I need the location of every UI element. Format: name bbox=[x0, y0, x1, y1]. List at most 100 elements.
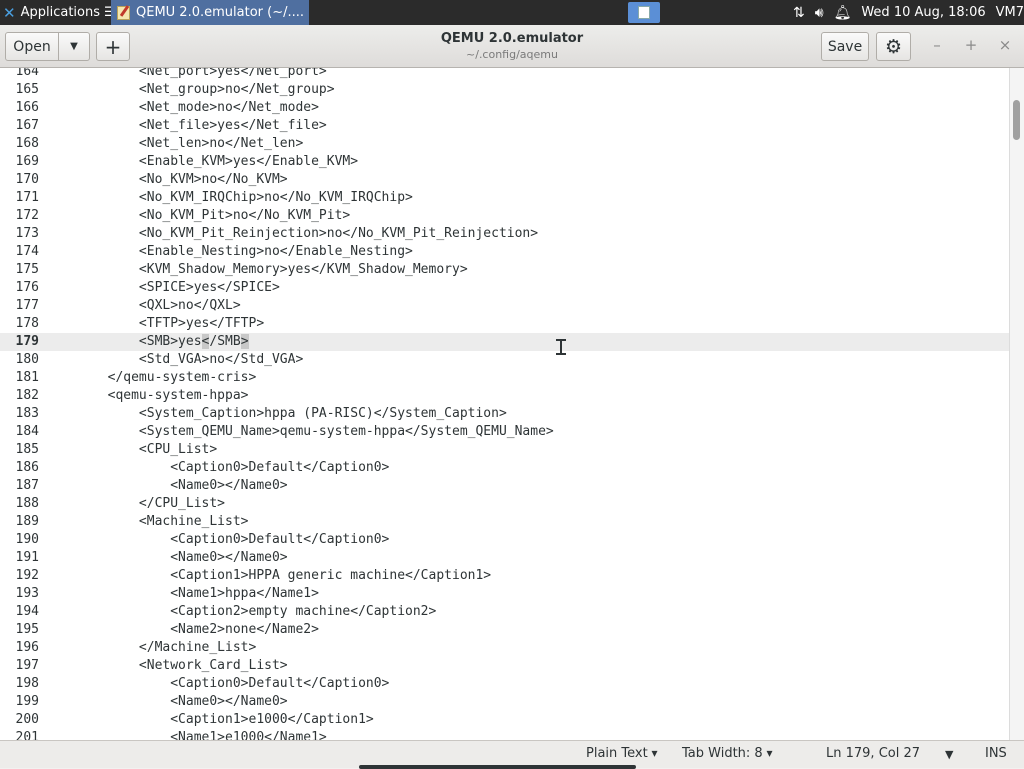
code-text[interactable]: <SMB>yes</SMB> bbox=[45, 333, 249, 351]
code-line[interactable]: 188 </CPU_List> bbox=[0, 495, 1009, 513]
code-text[interactable]: <Caption0>Default</Caption0> bbox=[45, 459, 389, 477]
chevron-down-icon[interactable]: ▼ bbox=[945, 748, 953, 761]
volume-icon[interactable]: 🔊︎ bbox=[815, 5, 824, 21]
code-line[interactable]: 184 <System_QEMU_Name>qemu-system-hppa</… bbox=[0, 423, 1009, 441]
scrollbar-thumb[interactable] bbox=[1013, 100, 1020, 140]
applications-menu[interactable]: ✕ Applications ☰ bbox=[0, 0, 116, 25]
code-line[interactable]: 176 <SPICE>yes</SPICE> bbox=[0, 279, 1009, 297]
minimize-button[interactable]: – bbox=[927, 36, 947, 54]
code-text[interactable]: <Caption0>Default</Caption0> bbox=[45, 675, 389, 693]
open-button[interactable]: Open bbox=[6, 33, 59, 60]
code-text[interactable]: <SPICE>yes</SPICE> bbox=[45, 279, 280, 297]
code-line[interactable]: 191 <Name0></Name0> bbox=[0, 549, 1009, 567]
code-text[interactable]: <Name1>hppa</Name1> bbox=[45, 585, 319, 603]
vertical-scrollbar[interactable] bbox=[1009, 68, 1024, 740]
new-tab-button[interactable]: + bbox=[96, 32, 130, 61]
network-icon[interactable]: ⇅ bbox=[793, 5, 805, 21]
code-text[interactable]: <Caption0>Default</Caption0> bbox=[45, 531, 389, 549]
code-text[interactable]: <qemu-system-hppa> bbox=[45, 387, 249, 405]
code-line[interactable]: 172 <No_KVM_Pit>no</No_KVM_Pit> bbox=[0, 207, 1009, 225]
code-line[interactable]: 173 <No_KVM_Pit_Reinjection>no</No_KVM_P… bbox=[0, 225, 1009, 243]
current-line[interactable]: 179 <SMB>yes</SMB> bbox=[0, 333, 1009, 351]
code-line[interactable]: 180 <Std_VGA>no</Std_VGA> bbox=[0, 351, 1009, 369]
code-line[interactable]: 189 <Machine_List> bbox=[0, 513, 1009, 531]
code-line[interactable]: 199 <Name0></Name0> bbox=[0, 693, 1009, 711]
code-text[interactable]: <No_KVM_IRQChip>no</No_KVM_IRQChip> bbox=[45, 189, 413, 207]
code-line[interactable]: 190 <Caption0>Default</Caption0> bbox=[0, 531, 1009, 549]
code-text[interactable]: <Caption1>HPPA generic machine</Caption1… bbox=[45, 567, 491, 585]
code-line[interactable]: 200 <Caption1>e1000</Caption1> bbox=[0, 711, 1009, 729]
code-text[interactable]: <Machine_List> bbox=[45, 513, 249, 531]
code-text[interactable]: <No_KVM>no</No_KVM> bbox=[45, 171, 288, 189]
code-line[interactable]: 169 <Enable_KVM>yes</Enable_KVM> bbox=[0, 153, 1009, 171]
code-line[interactable]: 166 <Net_mode>no</Net_mode> bbox=[0, 99, 1009, 117]
code-text[interactable]: <No_KVM_Pit>no</No_KVM_Pit> bbox=[45, 207, 350, 225]
gear-icon[interactable]: ⚙ bbox=[876, 32, 911, 61]
code-text[interactable]: <Net_len>no</Net_len> bbox=[45, 135, 303, 153]
code-line[interactable]: 182 <qemu-system-hppa> bbox=[0, 387, 1009, 405]
close-button[interactable]: × bbox=[995, 36, 1015, 54]
save-button[interactable]: Save bbox=[821, 32, 869, 61]
code-line[interactable]: 196 </Machine_List> bbox=[0, 639, 1009, 657]
code-line[interactable]: 201 <Name1>e1000</Name1> bbox=[0, 729, 1009, 740]
code-text[interactable]: <Net_port>yes</Net_port> bbox=[45, 68, 327, 81]
code-line[interactable]: 193 <Name1>hppa</Name1> bbox=[0, 585, 1009, 603]
code-text[interactable]: <Net_group>no</Net_group> bbox=[45, 81, 335, 99]
maximize-button[interactable]: + bbox=[961, 36, 981, 54]
code-line[interactable]: 178 <TFTP>yes</TFTP> bbox=[0, 315, 1009, 333]
code-text[interactable]: <Network_Card_List> bbox=[45, 657, 288, 675]
code-line[interactable]: 171 <No_KVM_IRQChip>no</No_KVM_IRQChip> bbox=[0, 189, 1009, 207]
code-line[interactable]: 197 <Network_Card_List> bbox=[0, 657, 1009, 675]
code-line[interactable]: 181 </qemu-system-cris> bbox=[0, 369, 1009, 387]
code-text[interactable]: <CPU_List> bbox=[45, 441, 217, 459]
code-text[interactable]: <Name0></Name0> bbox=[45, 693, 287, 711]
chevron-down-icon[interactable]: ▼ bbox=[59, 41, 89, 52]
code-text[interactable]: <Name1>e1000</Name1> bbox=[45, 729, 327, 740]
code-line[interactable]: 186 <Caption0>Default</Caption0> bbox=[0, 459, 1009, 477]
code-line[interactable]: 183 <System_Caption>hppa (PA-RISC)</Syst… bbox=[0, 405, 1009, 423]
code-text[interactable]: <Enable_Nesting>no</Enable_Nesting> bbox=[45, 243, 413, 261]
user-label[interactable]: VM7 bbox=[996, 5, 1024, 20]
code-text[interactable]: <Caption2>empty machine</Caption2> bbox=[45, 603, 436, 621]
editor-launcher-button[interactable] bbox=[628, 2, 660, 23]
code-line[interactable]: 177 <QXL>no</QXL> bbox=[0, 297, 1009, 315]
code-line[interactable]: 195 <Name2>none</Name2> bbox=[0, 621, 1009, 639]
code-text[interactable]: <No_KVM_Pit_Reinjection>no</No_KVM_Pit_R… bbox=[45, 225, 538, 243]
code-text[interactable]: <KVM_Shadow_Memory>yes</KVM_Shadow_Memor… bbox=[45, 261, 468, 279]
code-text[interactable]: <System_Caption>hppa (PA-RISC)</System_C… bbox=[45, 405, 507, 423]
text-editor-area[interactable]: 164 <Net_port>yes</Net_port> 165 <Net_gro… bbox=[0, 68, 1009, 740]
code-line[interactable]: 187 <Name0></Name0> bbox=[0, 477, 1009, 495]
code-text[interactable]: <Name0></Name0> bbox=[45, 549, 287, 567]
code-line[interactable]: 185 <CPU_List> bbox=[0, 441, 1009, 459]
code-line[interactable]: 167 <Net_file>yes</Net_file> bbox=[0, 117, 1009, 135]
code-text[interactable]: <Caption1>e1000</Caption1> bbox=[45, 711, 374, 729]
code-text[interactable]: <QXL>no</QXL> bbox=[45, 297, 241, 315]
language-selector[interactable]: Plain Text bbox=[586, 746, 658, 761]
code-text[interactable]: <TFTP>yes</TFTP> bbox=[45, 315, 264, 333]
code-line[interactable]: 164 <Net_port>yes</Net_port> bbox=[0, 68, 1009, 81]
notification-bell-icon[interactable]: 🔔︎ bbox=[834, 5, 852, 21]
code-text[interactable]: <Net_mode>no</Net_mode> bbox=[45, 99, 319, 117]
taskbar-window-button[interactable]: QEMU 2.0.emulator (~/.... bbox=[111, 0, 309, 25]
code-line[interactable]: 174 <Enable_Nesting>no</Enable_Nesting> bbox=[0, 243, 1009, 261]
code-text[interactable]: <Std_VGA>no</Std_VGA> bbox=[45, 351, 303, 369]
code-text[interactable]: </CPU_List> bbox=[45, 495, 225, 513]
horizontal-scrollbar[interactable] bbox=[359, 765, 636, 769]
cursor-position[interactable]: Ln 179, Col 27 bbox=[826, 746, 920, 761]
code-text[interactable]: <Enable_KVM>yes</Enable_KVM> bbox=[45, 153, 358, 171]
code-text[interactable]: <Net_file>yes</Net_file> bbox=[45, 117, 327, 135]
code-line[interactable]: 170 <No_KVM>no</No_KVM> bbox=[0, 171, 1009, 189]
code-text[interactable]: <System_QEMU_Name>qemu-system-hppa</Syst… bbox=[45, 423, 554, 441]
code-line[interactable]: 175 <KVM_Shadow_Memory>yes</KVM_Shadow_M… bbox=[0, 261, 1009, 279]
code-text[interactable]: </qemu-system-cris> bbox=[45, 369, 257, 387]
code-line[interactable]: 198 <Caption0>Default</Caption0> bbox=[0, 675, 1009, 693]
clock[interactable]: Wed 10 Aug, 18:06 bbox=[861, 5, 985, 20]
code-line[interactable]: 194 <Caption2>empty machine</Caption2> bbox=[0, 603, 1009, 621]
code-text[interactable]: <Name0></Name0> bbox=[45, 477, 287, 495]
code-text[interactable]: </Machine_List> bbox=[45, 639, 256, 657]
tab-width-selector[interactable]: Tab Width: 8 bbox=[682, 746, 773, 761]
code-line[interactable]: 192 <Caption1>HPPA generic machine</Capt… bbox=[0, 567, 1009, 585]
code-line[interactable]: 168 <Net_len>no</Net_len> bbox=[0, 135, 1009, 153]
code-text[interactable]: <Name2>none</Name2> bbox=[45, 621, 319, 639]
code-line[interactable]: 165 <Net_group>no</Net_group> bbox=[0, 81, 1009, 99]
